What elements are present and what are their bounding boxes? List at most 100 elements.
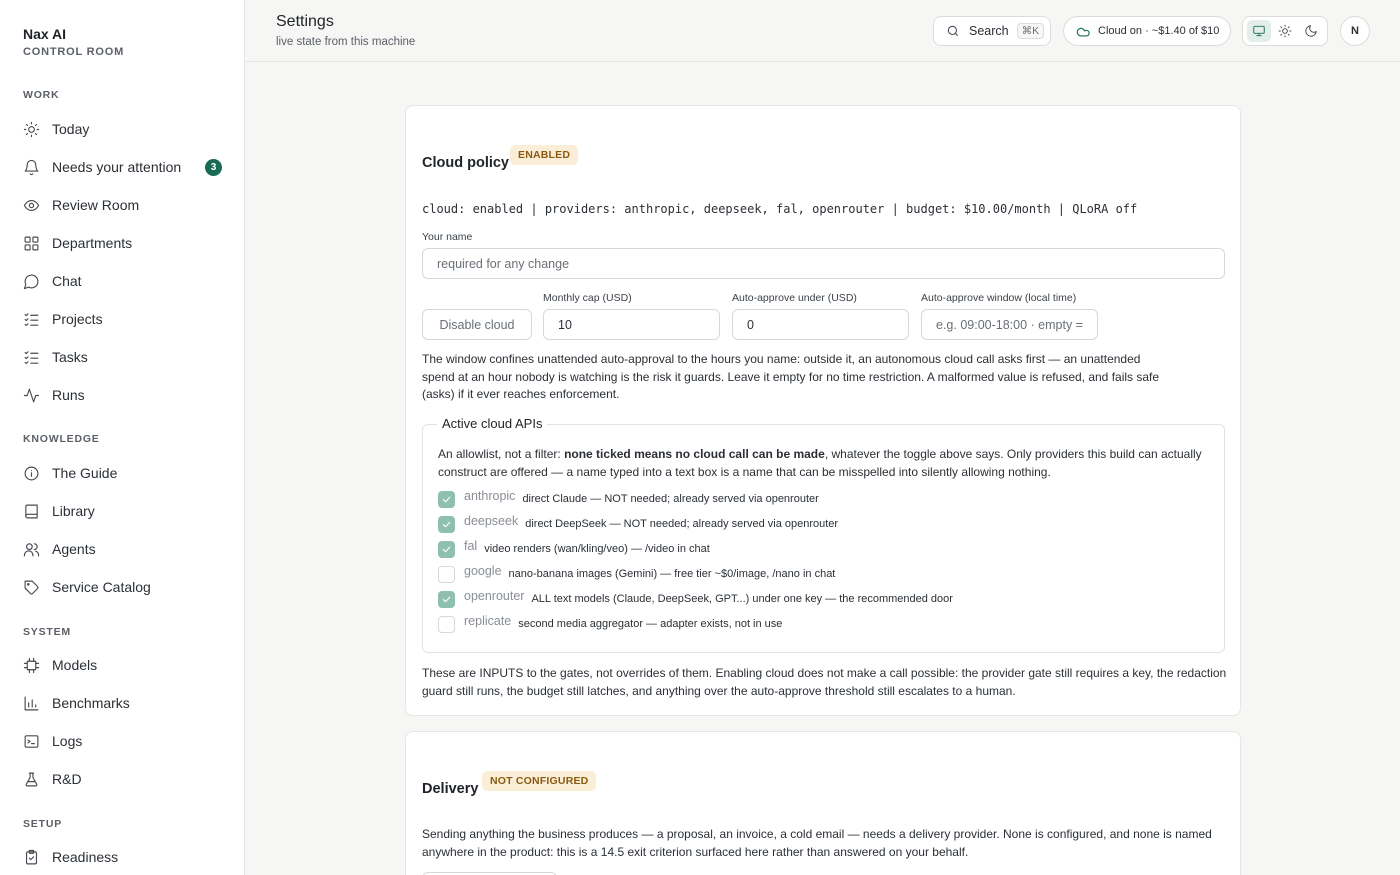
your-name-label: Your name [422, 231, 473, 243]
monitor-icon [1252, 24, 1266, 38]
sidebar-item-agents[interactable]: Agents [23, 535, 228, 563]
provider-description: second media aggregator — adapter exists… [518, 618, 783, 630]
page-title: Settings [276, 13, 334, 30]
top-bar: Settings live state from this machine Se… [245, 0, 1400, 62]
provider-checkbox[interactable] [438, 590, 455, 608]
sidebar-item-projects[interactable]: Projects [23, 305, 228, 333]
list-check-icon [23, 311, 40, 328]
info-icon [23, 465, 40, 482]
sidebar-item-runs[interactable]: Runs [23, 381, 228, 409]
cloud-icon [1076, 24, 1091, 39]
cloud-status-text: Cloud on · ~$1.40 of $10 [1098, 25, 1220, 37]
attention-count-badge: 3 [205, 159, 222, 176]
provider-name: replicate [464, 614, 512, 628]
sidebar-item-label: Runs [52, 387, 85, 403]
flask-icon [23, 771, 40, 788]
auto-approve-window-label: Auto-approve window (local time) [921, 292, 1077, 304]
sidebar-item-benchmarks[interactable]: Benchmarks [23, 689, 228, 717]
delivery-text: Sending anything the business produces —… [422, 827, 1212, 859]
sidebar-item-label: Service Catalog [52, 579, 151, 595]
sidebar-item-departments[interactable]: Departments [23, 229, 228, 257]
provider-checkbox[interactable] [438, 615, 455, 633]
sidebar-item-label: R&D [52, 771, 82, 787]
window-help-text: The window confines unattended auto-appr… [422, 352, 1160, 401]
theme-dark-button[interactable] [1299, 20, 1323, 42]
sidebar-item-label: Chat [52, 273, 82, 289]
sidebar-item-label: Readiness [52, 849, 119, 865]
provider-row-fal[interactable]: fal video renders (wan/kling/veo) — /vid… [438, 539, 710, 559]
provider-name: fal [464, 539, 478, 553]
provider-checkbox[interactable] [438, 565, 455, 583]
search-shortcut: ⌘K [1016, 23, 1045, 39]
sidebar-item-label: Tasks [52, 349, 88, 365]
provider-row-replicate[interactable]: replicate second media aggregator — adap… [438, 614, 782, 634]
book-icon [23, 503, 40, 520]
sun-icon [1278, 24, 1292, 38]
theme-switcher [1242, 16, 1328, 46]
sidebar-item-label: The Guide [52, 465, 118, 481]
active-cloud-apis-fieldset: Active cloud APIs An allowlist, not a fi… [422, 416, 1225, 653]
sidebar-item-needs-attention[interactable]: Needs your attention 3 [23, 153, 228, 181]
sidebar: Nax AI CONTROL ROOM WORK KNOWLEDGE SYSTE… [0, 0, 245, 875]
sidebar-item-label: Needs your attention [52, 159, 182, 175]
sidebar-item-readiness[interactable]: Readiness [23, 843, 228, 871]
sidebar-item-logs[interactable]: Logs [23, 727, 228, 755]
policy-summary: cloud: enabled | providers: anthropic, d… [422, 202, 1138, 216]
allowlist-intro: An allowlist, not a filter: none ticked … [438, 446, 1213, 481]
allowlist-intro-pre: An allowlist, not a filter: [438, 447, 565, 461]
allowlist-intro-bold: none ticked means no cloud call can be m… [564, 447, 825, 461]
cloud-policy-title: Cloud policy [422, 155, 509, 171]
sidebar-item-rnd[interactable]: R&D [23, 765, 228, 793]
provider-checkbox[interactable] [438, 515, 455, 533]
sidebar-item-label: Projects [52, 311, 103, 327]
sidebar-item-chat[interactable]: Chat [23, 267, 228, 295]
brand: Nax AI CONTROL ROOM [23, 26, 124, 58]
bell-icon [23, 159, 40, 176]
section-label-system: SYSTEM [23, 626, 71, 638]
provider-checkbox[interactable] [438, 540, 455, 558]
sidebar-item-models[interactable]: Models [23, 651, 228, 679]
moon-icon [1304, 24, 1318, 38]
your-name-input[interactable] [422, 248, 1225, 279]
provider-name: deepseek [464, 514, 519, 528]
sidebar-item-tasks[interactable]: Tasks [23, 343, 228, 371]
provider-description: direct Claude — NOT needed; already serv… [522, 493, 819, 505]
provider-checkbox[interactable] [438, 490, 455, 508]
sidebar-item-the-guide[interactable]: The Guide [23, 459, 228, 487]
sidebar-item-today[interactable]: Today [23, 115, 228, 143]
sun-icon [23, 121, 40, 138]
cloud-status-pill[interactable]: Cloud on · ~$1.40 of $10 [1063, 16, 1231, 46]
auto-approve-under-input[interactable] [732, 309, 909, 340]
sidebar-item-label: Benchmarks [52, 695, 130, 711]
provider-description: video renders (wan/kling/veo) — /video i… [484, 543, 710, 555]
list-check-icon [23, 349, 40, 366]
provider-row-google[interactable]: google nano-banana images (Gemini) — fre… [438, 564, 835, 584]
sidebar-item-label: Models [52, 657, 98, 673]
theme-system-button[interactable] [1247, 20, 1271, 42]
avatar[interactable]: N [1340, 16, 1370, 46]
monthly-cap-input[interactable] [543, 309, 720, 340]
cloud-policy-card: Cloud policy ENABLED cloud: enabled | pr… [405, 105, 1241, 716]
auto-approve-under-label: Auto-approve under (USD) [732, 292, 857, 304]
section-label-work: WORK [23, 89, 60, 101]
auto-approve-window-input[interactable] [921, 309, 1098, 340]
clipboard-check-icon [23, 849, 40, 866]
provider-row-deepseek[interactable]: deepseek direct DeepSeek — NOT needed; a… [438, 514, 838, 534]
users-icon [23, 541, 40, 558]
provider-description: direct DeepSeek — NOT needed; already se… [525, 518, 839, 530]
sidebar-item-review-room[interactable]: Review Room [23, 191, 228, 219]
search-button[interactable]: Search ⌘K [933, 16, 1051, 46]
chat-bubble-icon [23, 273, 40, 290]
activity-icon [23, 387, 40, 404]
status-badge: ENABLED [510, 145, 579, 165]
page-subtitle: live state from this machine [276, 36, 416, 48]
sidebar-item-service-catalog[interactable]: Service Catalog [23, 573, 228, 601]
delivery-card: Delivery NOT CONFIGURED Sending anything… [405, 731, 1241, 875]
search-icon [946, 24, 960, 38]
disable-cloud-button[interactable]: Disable cloud [422, 309, 532, 340]
provider-row-openrouter[interactable]: openrouter ALL text models (Claude, Deep… [438, 589, 953, 609]
provider-row-anthropic[interactable]: anthropic direct Claude — NOT needed; al… [438, 489, 819, 509]
provider-description: ALL text models (Claude, DeepSeek, GPT..… [531, 593, 953, 605]
theme-light-button[interactable] [1273, 20, 1297, 42]
sidebar-item-library[interactable]: Library [23, 497, 228, 525]
